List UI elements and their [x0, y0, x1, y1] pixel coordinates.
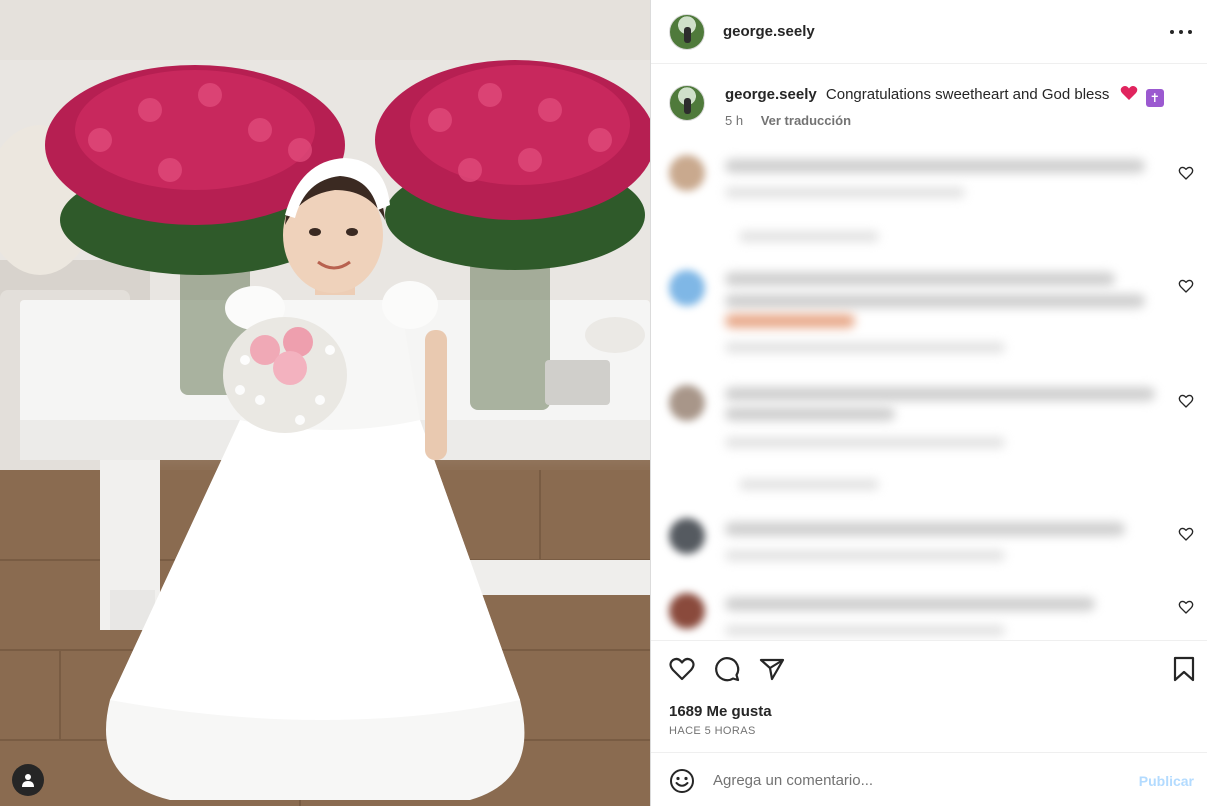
post-photo[interactable] — [0, 0, 650, 806]
comment-text — [725, 522, 1125, 536]
comment-item — [651, 145, 1207, 255]
comment-avatar[interactable] — [669, 385, 705, 421]
photo-illustration — [0, 0, 650, 806]
comment-avatar[interactable] — [669, 593, 705, 629]
comment-meta — [725, 437, 1005, 448]
comment-avatar[interactable] — [669, 270, 705, 306]
comment-text — [725, 407, 895, 421]
comment-avatar[interactable] — [669, 518, 705, 554]
post-caption: george.seely Congratulations sweetheart … — [651, 65, 1207, 143]
comment-text — [725, 597, 1095, 611]
comment-item — [651, 375, 1207, 495]
heart-icon[interactable] — [668, 655, 696, 683]
publish-button[interactable]: Publicar — [1139, 773, 1194, 789]
caption-time: 5 h — [725, 113, 744, 128]
author-username[interactable]: george.seely — [723, 23, 815, 40]
comment-input[interactable] — [713, 765, 1113, 795]
translate-link[interactable]: Ver traducción — [761, 113, 851, 128]
red-heart-emoji-icon — [1120, 86, 1137, 100]
comment-item — [651, 260, 1207, 370]
comment-meta — [725, 625, 1005, 636]
post-side-panel: george.seely george.seely Congratulation… — [650, 0, 1207, 806]
caption-username[interactable]: george.seely — [725, 86, 817, 103]
view-replies[interactable] — [739, 231, 879, 242]
likes-count[interactable]: 1689 Me gusta — [669, 703, 772, 720]
comment-like-heart-icon[interactable] — [1178, 526, 1194, 542]
comment-icon[interactable] — [713, 655, 741, 683]
add-comment-bar: Publicar — [651, 752, 1207, 806]
comment-item — [651, 510, 1207, 570]
comment-like-heart-icon[interactable] — [1178, 393, 1194, 409]
post-timestamp[interactable]: HACE 5 HORAS — [669, 725, 756, 737]
comment-text — [725, 314, 855, 328]
comment-meta — [725, 342, 1005, 353]
emoji-icon[interactable] — [669, 768, 695, 794]
comment-like-heart-icon[interactable] — [1178, 165, 1194, 181]
bookmark-icon[interactable] — [1170, 655, 1198, 683]
author-avatar[interactable] — [669, 13, 705, 50]
comment-text — [725, 159, 1145, 173]
caption-text: Congratulations sweetheart and God bless — [825, 86, 1110, 103]
view-replies[interactable] — [739, 479, 879, 490]
comment-avatar[interactable] — [669, 155, 705, 191]
post-header: george.seely — [651, 0, 1207, 64]
comments-list[interactable]: george.seely Congratulations sweetheart … — [651, 65, 1207, 640]
share-icon[interactable] — [758, 655, 786, 683]
comment-meta — [725, 550, 1005, 561]
comment-text — [725, 387, 1155, 401]
user-tag-button[interactable] — [12, 764, 44, 796]
more-options-icon[interactable] — [1170, 22, 1192, 42]
user-tag-icon — [22, 774, 34, 787]
comment-text — [725, 294, 1145, 308]
comment-like-heart-icon[interactable] — [1178, 278, 1194, 294]
comment-like-heart-icon[interactable] — [1178, 599, 1194, 615]
caption-meta: 5 h Ver traducción — [725, 113, 1164, 128]
comment-item — [651, 585, 1207, 640]
comment-meta — [725, 187, 965, 198]
comment-text — [725, 272, 1115, 286]
post-actions: 1689 Me gusta HACE 5 HORAS — [651, 640, 1207, 752]
caption-text-block: george.seely Congratulations sweetheart … — [725, 85, 1164, 107]
caption-avatar[interactable] — [669, 85, 705, 121]
latin-cross-emoji-icon: ✝ — [1145, 89, 1164, 107]
